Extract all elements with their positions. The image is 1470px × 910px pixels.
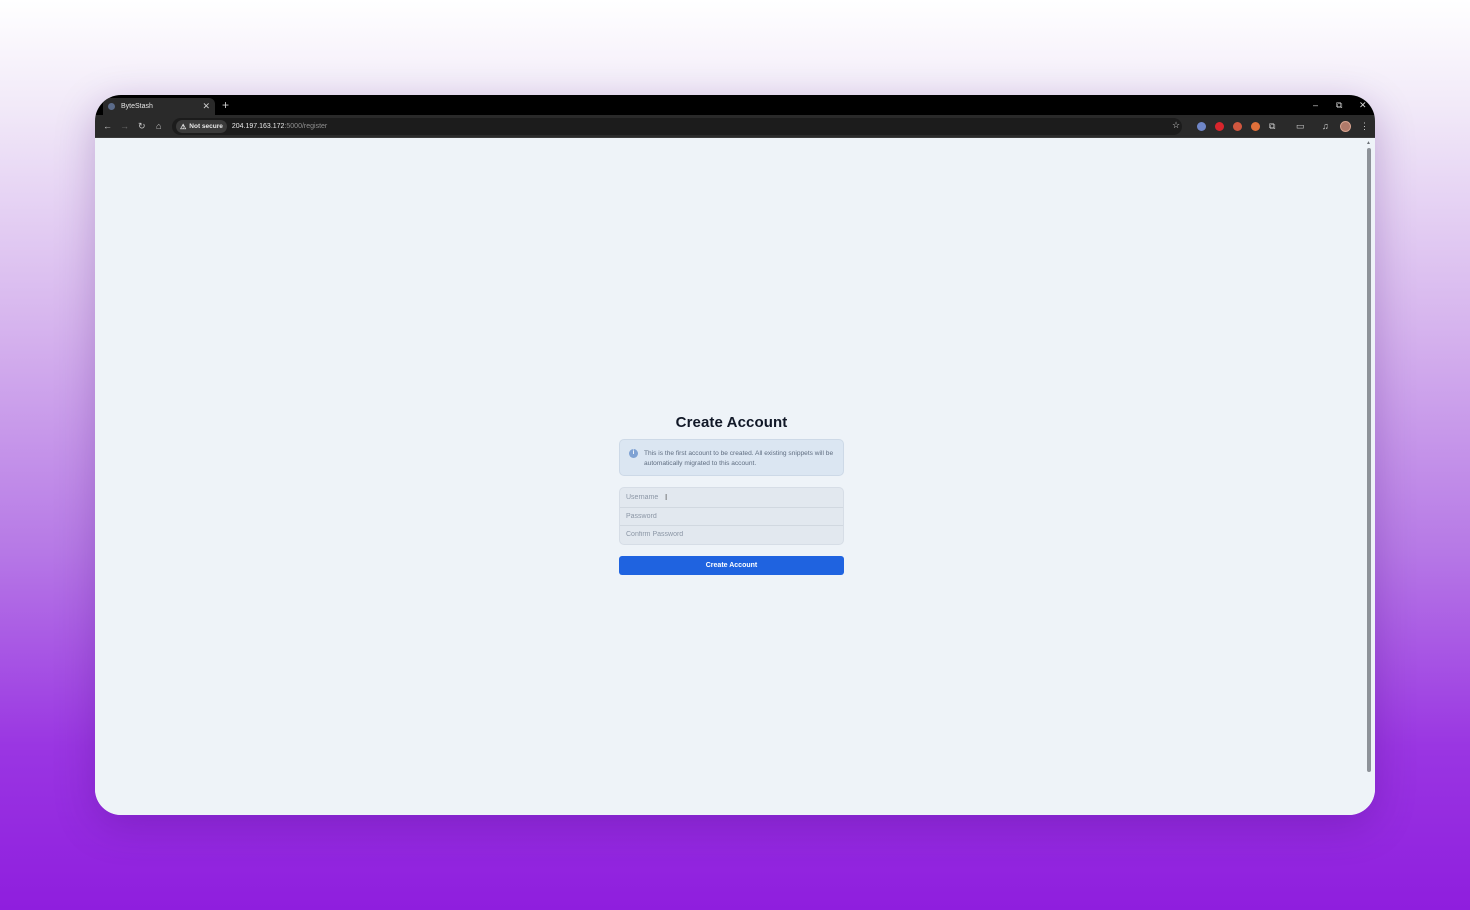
browser-toolbar: ← → ↻ ⌂ ⚠ Not secure 204.197.163.172:500… — [95, 115, 1375, 138]
restore-button[interactable]: ⧉ — [1336, 99, 1342, 111]
address-bar[interactable]: ⚠ Not secure 204.197.163.172:5000/regist… — [172, 118, 1182, 135]
tab-bytestash[interactable]: ByteStash ✕ — [103, 98, 215, 115]
back-icon[interactable]: ← — [103, 120, 112, 132]
create-account-button[interactable]: Create Account — [619, 555, 844, 575]
username-input[interactable] — [626, 488, 843, 507]
browser-window: ByteStash ✕ + – ⧉ ✕ ← → ↻ ⌂ ⚠ Not secure… — [95, 95, 1375, 815]
scrollbar[interactable]: ▲ — [1366, 140, 1372, 772]
security-chip[interactable]: ⚠ Not secure — [176, 120, 227, 133]
credentials-fields: I — [619, 487, 844, 545]
url-host: 204.197.163.172 — [231, 123, 285, 130]
menu-kebab-icon[interactable]: ⋮ — [1360, 120, 1369, 132]
tab-bar: ByteStash ✕ + – ⧉ ✕ — [95, 95, 1375, 115]
scroll-up-icon[interactable]: ▲ — [1366, 140, 1371, 146]
scroll-thumb[interactable] — [1367, 148, 1371, 772]
new-tab-button[interactable]: + — [222, 98, 229, 112]
confirm-password-input[interactable] — [626, 526, 843, 544]
security-label: Not secure — [189, 123, 223, 130]
text-cursor-icon: I — [665, 493, 668, 502]
extension-2-icon[interactable] — [1215, 122, 1224, 131]
info-icon: i — [629, 449, 638, 458]
extensions-puzzle-icon[interactable]: ⧉ — [1269, 120, 1275, 132]
extension-4-icon[interactable] — [1251, 122, 1260, 131]
tab-title: ByteStash — [121, 103, 153, 110]
close-window-button[interactable]: ✕ — [1359, 99, 1367, 111]
favicon-icon — [108, 103, 115, 110]
password-row — [620, 506, 843, 525]
minimize-button[interactable]: – — [1313, 99, 1318, 111]
confirm-password-row — [620, 525, 843, 544]
bookmark-star-icon[interactable]: ☆ — [1172, 120, 1180, 131]
tab-close-icon[interactable]: ✕ — [202, 102, 210, 111]
notice-text: This is the first account to be created.… — [644, 450, 834, 467]
reload-icon[interactable]: ↻ — [138, 120, 146, 132]
password-input[interactable] — [626, 507, 843, 525]
extension-3-icon[interactable] — [1233, 122, 1242, 131]
url-path: :5000/register — [284, 123, 328, 130]
info-notice: i This is the first account to be create… — [619, 439, 844, 476]
extension-1-icon[interactable] — [1197, 122, 1206, 131]
page-title: Create Account — [675, 414, 788, 431]
username-row: I — [620, 488, 843, 507]
home-icon[interactable]: ⌂ — [156, 120, 161, 132]
page-content: ▲ Create Account i This is the first acc… — [95, 138, 1375, 815]
forward-icon[interactable]: → — [120, 120, 129, 132]
warning-icon: ⚠ — [180, 123, 187, 131]
register-form: Create Account i This is the first accou… — [619, 414, 844, 575]
profile-avatar[interactable] — [1340, 121, 1351, 132]
media-control-icon[interactable]: ♫ — [1322, 120, 1329, 132]
side-panel-icon[interactable]: ▭ — [1296, 120, 1305, 132]
